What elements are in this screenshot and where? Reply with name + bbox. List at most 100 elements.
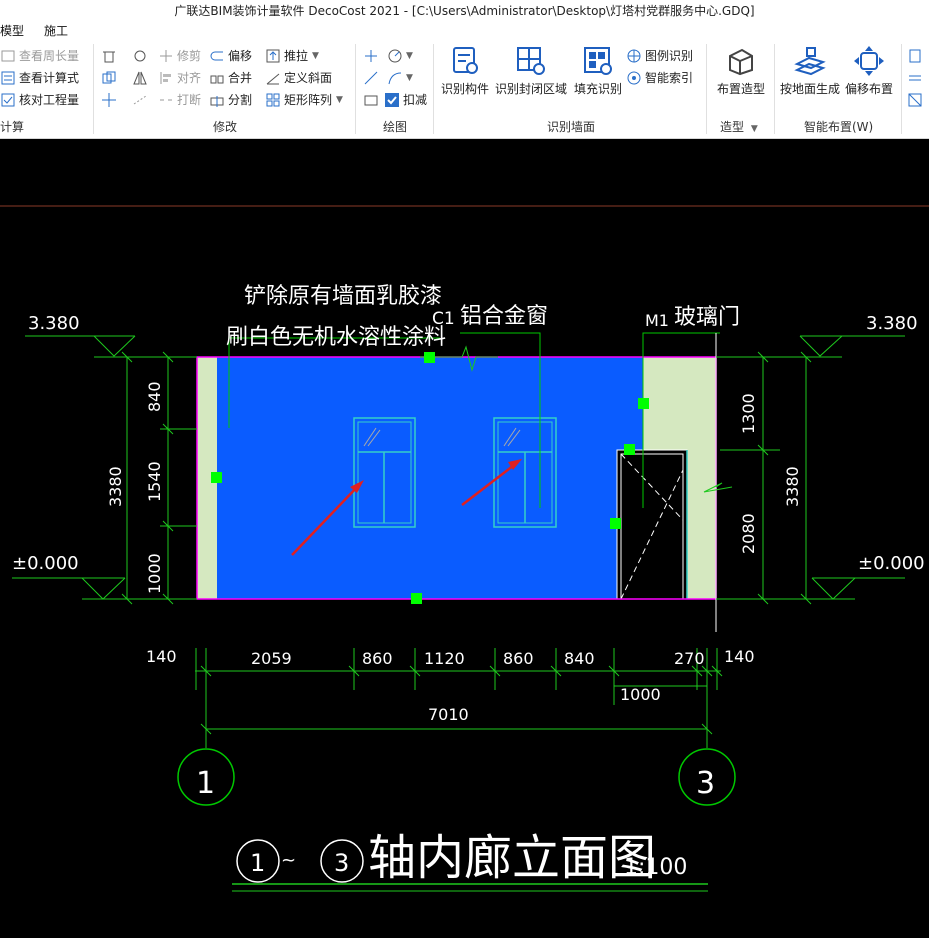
elevation-marker-right-bottom	[716, 577, 905, 600]
note-text-line1: 铲除原有墙面乳胶漆	[244, 284, 442, 309]
extend-icon	[132, 92, 148, 108]
door-name-label: 玻璃门	[674, 305, 740, 330]
split-button[interactable]: 分割	[209, 90, 252, 110]
door-m1[interactable]	[616, 449, 688, 600]
merge-icon	[209, 70, 225, 86]
menu-item-model[interactable]: 模型	[0, 22, 24, 40]
break-button[interactable]: 打断	[158, 90, 201, 110]
left-dim-lower: 1000	[145, 553, 164, 594]
align-button[interactable]: 对齐	[158, 68, 201, 88]
elevation-marker-left-bottom	[12, 577, 197, 600]
fill-recognize-button[interactable]: 填充识别	[572, 44, 624, 97]
rect-array-button[interactable]: 矩形阵列 ▼	[265, 90, 343, 110]
recognize-closed-area-label: 识别封闭区域	[494, 82, 567, 96]
ribbon-separator	[774, 44, 775, 134]
elevation-left-top: 3.380	[28, 313, 80, 334]
drawing-scale: 1:100	[624, 855, 687, 880]
ribbon-separator	[433, 44, 434, 134]
group-label-model[interactable]: 造型 ▼	[720, 118, 758, 135]
delete-button[interactable]	[101, 46, 120, 66]
mirror-button[interactable]	[132, 68, 151, 88]
move-icon	[101, 92, 117, 108]
split-icon	[209, 92, 225, 108]
smart-index-button[interactable]: 智能索引	[626, 68, 693, 88]
right-dim-total: 3380	[783, 466, 802, 507]
door-code-label: M1	[645, 311, 669, 330]
offset-place-button[interactable]: 偏移布置	[842, 44, 896, 97]
drawing-title: 轴内廊立面图	[368, 830, 656, 886]
tool-icon	[907, 70, 923, 86]
overflow-tool-1[interactable]	[907, 46, 926, 66]
fill-recognize-label: 填充识别	[573, 82, 622, 96]
rotate-button[interactable]	[132, 46, 151, 66]
view-formula-button[interactable]: 查看计算式	[0, 68, 79, 88]
split-label: 分割	[228, 93, 253, 107]
align-icon	[158, 70, 174, 86]
bottom-dim-140-right: 140	[724, 647, 755, 666]
title-axis-from: 1	[250, 849, 265, 877]
menu-bar: 模型 施工	[0, 22, 929, 40]
chevron-down-icon: ▼	[406, 51, 413, 61]
view-formula-label: 查看计算式	[19, 71, 80, 85]
right-dim-lower: 2080	[739, 513, 758, 554]
extend-button[interactable]	[132, 90, 151, 110]
circle-button[interactable]: ▼	[387, 46, 413, 66]
place-model-label: 布置造型	[716, 82, 765, 96]
checkbox-checked-icon	[384, 92, 400, 108]
circle-icon	[387, 48, 403, 64]
copy-icon	[101, 70, 117, 86]
drawing-canvas[interactable]: 铲除原有墙面乳胶漆 刷白色无机水溶性涂料 C1 铝合金窗 M1 玻璃门 3.38…	[0, 170, 929, 938]
view-perimeter-button[interactable]: 查看周长量	[0, 46, 79, 66]
chevron-down-icon: ▼	[406, 73, 413, 83]
move-button[interactable]	[101, 90, 120, 110]
generate-by-floor-button[interactable]: 按地面生成	[779, 44, 841, 97]
copy-button[interactable]	[101, 68, 120, 88]
chevron-down-icon: ▼	[312, 51, 319, 61]
chevron-down-icon: ▼	[750, 124, 758, 134]
merge-button[interactable]: 合并	[209, 68, 252, 88]
check-quantity-button[interactable]: 核对工程量	[0, 90, 79, 110]
recognize-closed-area-button[interactable]: 识别封闭区域	[494, 44, 568, 97]
wall-surface-region[interactable]	[217, 357, 643, 599]
trim-icon	[158, 48, 174, 64]
floor-generate-icon	[793, 44, 827, 78]
recognize-component-button[interactable]: 识别构件	[438, 44, 492, 97]
axis-label-3: 3	[696, 766, 715, 801]
merge-label: 合并	[228, 71, 253, 85]
left-dim-upper: 840	[145, 381, 164, 412]
elevation-marker-left-top	[25, 335, 197, 358]
offset-place-icon	[852, 44, 886, 78]
offset-place-label: 偏移布置	[844, 82, 893, 96]
left-dim-middle: 1540	[145, 461, 164, 502]
left-dim-total: 3380	[106, 466, 125, 507]
check-icon	[0, 92, 16, 108]
point-button[interactable]	[363, 46, 382, 66]
define-slope-button[interactable]: 定义斜面	[265, 68, 332, 88]
push-pull-button[interactable]: 推拉 ▼	[265, 46, 319, 66]
break-label: 打断	[177, 93, 202, 107]
align-label: 对齐	[177, 71, 202, 85]
line-button[interactable]	[363, 68, 382, 88]
title-bar: 广联达BIM装饰计量软件 DecoCost 2021 - [C:\Users\A…	[0, 0, 929, 22]
rectangle-button[interactable]	[363, 90, 382, 110]
deduct-checkbox[interactable]: 扣减	[384, 90, 427, 110]
arc-button[interactable]: ▼	[387, 68, 413, 88]
ribbon-separator	[355, 44, 356, 134]
line-icon	[363, 70, 379, 86]
bottom-dim-270: 270	[674, 649, 705, 668]
check-quantity-label: 核对工程量	[19, 93, 80, 107]
menu-item-construction[interactable]: 施工	[44, 22, 68, 40]
legend-recognize-button[interactable]: 图例识别	[626, 46, 693, 66]
app-window: 广联达BIM装饰计量软件 DecoCost 2021 - [C:\Users\A…	[0, 0, 929, 938]
place-model-button[interactable]: 布置造型	[713, 44, 769, 97]
overflow-tool-2[interactable]	[907, 68, 926, 88]
overflow-tool-3[interactable]	[907, 90, 926, 110]
legend-recognize-label: 图例识别	[645, 49, 694, 63]
offset-icon	[209, 48, 225, 64]
bottom-dim-1000: 1000	[620, 685, 661, 704]
ribbon-separator	[93, 44, 94, 134]
trim-label: 修剪	[177, 49, 202, 63]
offset-button[interactable]: 偏移	[209, 46, 252, 66]
trim-button[interactable]: 修剪	[158, 46, 201, 66]
group-label-recognize-wall: 识别墙面	[547, 120, 596, 134]
